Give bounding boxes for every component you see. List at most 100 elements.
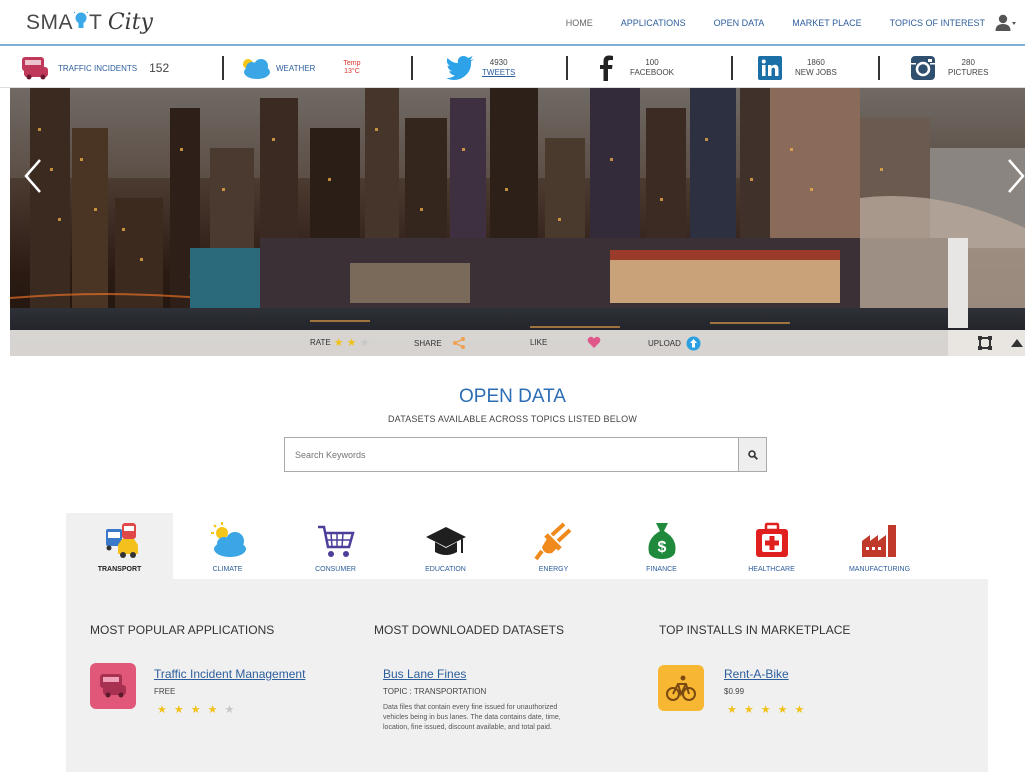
facebook-count: 100 [645,58,659,67]
star-icon: ★ [727,704,741,716]
consumer-icon [316,521,356,561]
traffic-car-icon [22,57,48,80]
twitter-text: 4930 TWEETS [482,58,515,78]
star-icon: ★ [207,704,222,716]
healthcare-icon [752,521,792,561]
pictures-label: PICTURES [948,68,989,77]
hero-city-image [10,88,1025,356]
main-nav: HOME APPLICATIONS OPEN DATA MARKET PLACE… [538,14,1017,32]
climate-icon [208,521,248,561]
tab-manufacturing[interactable]: MANUFACTURING [826,513,933,579]
fullscreen-icon[interactable] [978,336,992,350]
share-label: SHARE [414,338,442,348]
traffic-incidents-label: TRAFFIC INCIDENTS [58,63,138,73]
weather-cloud-icon [243,59,270,79]
rate-control[interactable]: RATE ★ ★ ★ [310,336,369,349]
tab-energy[interactable]: ENERGY [500,513,607,579]
market-app-name[interactable]: Rent-A-Bike [724,667,789,681]
nav-market-place[interactable]: MARKET PLACE [792,18,861,28]
energy-icon [533,521,574,561]
education-icon [425,521,466,561]
facebook-text: 100 FACEBOOK [630,58,674,78]
stat-divider [878,56,880,80]
nav-applications[interactable]: APPLICATIONS [621,18,686,28]
like-label: LIKE [530,338,548,347]
star-icon: ★ [190,704,205,716]
smart-city-logo[interactable]: SMA T City [26,9,153,35]
dataset-search [284,437,767,472]
star-icon: ★ [794,704,809,716]
tab-education[interactable]: EDUCATION [392,513,499,579]
star-icon[interactable]: ★ [347,336,357,349]
popular-app-price: FREE [154,687,176,696]
linkedin-stat[interactable]: 1860 NEW JOBS [757,52,837,84]
dataset-name[interactable]: Bus Lane Fines [383,667,466,681]
tweets-count: 4930 [489,58,508,67]
facebook-label: FACEBOOK [630,68,675,77]
like-control[interactable]: LIKE [530,336,601,349]
collapse-icon[interactable] [1011,337,1023,349]
transport-icon [100,521,140,561]
bicycle-icon [666,675,696,701]
traffic-incidents-count: 152 [149,61,170,75]
linkedin-icon [758,56,782,80]
image-action-bar: RATE ★ ★ ★ SHARE LIKE UPLOAD [10,330,948,356]
tab-label: FINANCE [646,566,677,573]
tab-consumer[interactable]: CONSUMER [282,513,389,579]
market-app-rating: ★ ★ ★ ★ ★ [724,703,808,716]
traffic-incidents-stat[interactable]: TRAFFIC INCIDENTS 152 [20,52,169,84]
temperature-readout: Temp 13°C [343,60,360,76]
stat-divider [566,56,568,80]
search-button[interactable] [738,438,766,471]
hero-prev-arrow[interactable] [20,156,44,196]
market-app-price: $0.99 [724,687,745,696]
stat-divider [731,56,733,80]
live-stats-bar: TRAFFIC INCIDENTS 152 WEATHER Temp 13°C … [0,48,1025,88]
hero-next-arrow[interactable] [1005,156,1025,196]
search-input[interactable] [285,438,739,471]
nav-home[interactable]: HOME [566,18,593,28]
star-icon[interactable]: ★ [334,336,344,349]
rate-label: RATE [310,338,331,347]
logo-text-t: T [89,11,102,34]
weather-label: WEATHER [276,63,316,73]
instagram-stat[interactable]: 280 PICTURES [910,52,988,84]
upload-control[interactable]: UPLOAD [648,336,701,351]
tab-climate[interactable]: CLIMATE [174,513,281,579]
most-popular-apps-title: MOST POPULAR APPLICATIONS [90,623,275,637]
nav-open-data[interactable]: OPEN DATA [714,18,765,28]
popular-app-name[interactable]: Traffic Incident Management [154,667,305,681]
instagram-icon [911,56,935,80]
stat-divider [222,56,224,80]
tab-healthcare[interactable]: HEALTHCARE [718,513,825,579]
open-data-title: OPEN DATA [459,386,566,407]
tab-label: HEALTHCARE [748,566,795,573]
facebook-icon [600,55,613,81]
twitter-stat[interactable]: 4930 TWEETS [446,52,515,84]
popular-app-rating: ★ ★ ★ ★ ★ [154,703,238,716]
nav-topics-of-interest[interactable]: TOPICS OF INTEREST [890,18,985,28]
topic-content-panel: MOST POPULAR APPLICATIONS Traffic Incide… [66,579,988,772]
temperature-label: Temp [343,60,361,67]
share-control[interactable]: SHARE [414,336,466,350]
city-skyline-illustration [10,88,1025,356]
heart-icon [587,336,601,348]
weather-stat[interactable]: WEATHER Temp 13°C [238,52,361,84]
upload-label: UPLOAD [648,339,681,348]
tab-finance[interactable]: $ FINANCE [608,513,715,579]
tweets-link[interactable]: TWEETS [482,68,515,77]
tab-transport[interactable]: TRANSPORT [66,513,173,581]
share-icon [452,337,465,349]
facebook-stat[interactable]: 100 FACEBOOK [598,52,674,84]
traffic-app-icon[interactable] [90,663,136,709]
user-menu-icon[interactable] [995,14,1017,32]
star-icon[interactable]: ★ [360,336,370,349]
bike-app-icon[interactable] [658,665,704,711]
tab-label: ENERGY [538,566,569,573]
jobs-label: NEW JOBS [795,68,837,77]
most-downloaded-datasets-title: MOST DOWNLOADED DATASETS [374,623,565,637]
svg-text:$: $ [657,539,666,556]
pictures-count: 280 [961,58,975,67]
top-installs-title: TOP INSTALLS IN MARKETPLACE [659,623,851,637]
search-icon [747,449,758,460]
